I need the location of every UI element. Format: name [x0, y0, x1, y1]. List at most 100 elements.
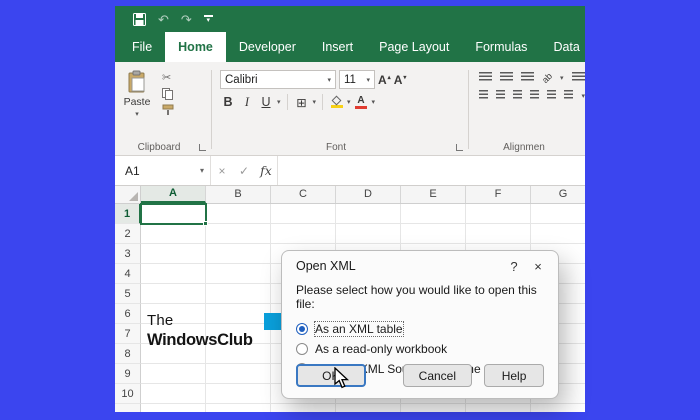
- row-cells[interactable]: [141, 404, 585, 412]
- align-bottom-button[interactable]: [521, 72, 534, 83]
- cancel-entry-button[interactable]: ×: [211, 164, 233, 178]
- align-left-button[interactable]: [479, 90, 488, 101]
- chevron-down-icon[interactable]: ▾: [313, 98, 317, 106]
- column-header-c[interactable]: C: [271, 186, 336, 203]
- tab-developer[interactable]: Developer: [226, 32, 309, 62]
- undo-button[interactable]: ↶: [158, 13, 169, 26]
- radio-as-xml-table[interactable]: As an XML table: [282, 319, 558, 339]
- align-right-button[interactable]: [513, 90, 522, 101]
- align-center-button[interactable]: [496, 90, 505, 101]
- open-xml-dialog: Open XML ? × Please select how you would…: [281, 250, 559, 399]
- font-color-button[interactable]: A: [354, 96, 369, 109]
- copy-button[interactable]: [162, 88, 174, 100]
- help-button[interactable]: Help: [484, 364, 544, 387]
- chevron-down-icon[interactable]: ▾: [277, 98, 281, 106]
- tab-home[interactable]: Home: [165, 32, 226, 62]
- selected-cell-a1[interactable]: [140, 203, 207, 225]
- column-header-f[interactable]: F: [466, 186, 531, 203]
- decrease-font-size-button[interactable]: A ▾: [394, 73, 407, 87]
- row-cells[interactable]: [141, 224, 585, 244]
- italic-button[interactable]: I: [239, 93, 255, 111]
- ribbon-tab-bar: File Home Developer Insert Page Layout F…: [115, 32, 585, 62]
- row-header-6[interactable]: 6: [115, 304, 141, 324]
- row-header-2[interactable]: 2: [115, 224, 141, 244]
- paste-label: Paste: [124, 96, 151, 108]
- cut-button[interactable]: ✂: [162, 72, 174, 84]
- tab-page-layout[interactable]: Page Layout: [366, 32, 462, 62]
- dialog-title-bar: Open XML ? ×: [282, 251, 558, 281]
- fill-color-button[interactable]: [329, 96, 344, 108]
- row-header-3[interactable]: 3: [115, 244, 141, 264]
- radio-read-only-workbook[interactable]: As a read-only workbook: [282, 339, 558, 359]
- down-arrow-icon: ▾: [403, 74, 406, 81]
- chevron-down-icon[interactable]: ▾: [581, 92, 585, 100]
- align-middle-button[interactable]: [500, 72, 513, 83]
- tab-data[interactable]: Data: [540, 32, 585, 62]
- save-button[interactable]: [133, 13, 146, 26]
- group-separator: [211, 70, 212, 149]
- bold-button[interactable]: B: [220, 93, 236, 111]
- font-group: Calibri ▾ 11 ▾ A ▴ A ▾: [214, 66, 466, 155]
- chevron-down-icon[interactable]: ▾: [560, 74, 564, 82]
- ok-button[interactable]: OK: [296, 364, 366, 387]
- cancel-button[interactable]: Cancel: [403, 364, 473, 387]
- column-header-e[interactable]: E: [401, 186, 466, 203]
- font-dialog-launcher-icon[interactable]: [456, 144, 463, 151]
- paste-button[interactable]: Paste ▾: [117, 66, 157, 139]
- dialog-help-icon[interactable]: ?: [502, 255, 526, 277]
- select-all-corner[interactable]: [115, 186, 141, 203]
- customize-quick-access-button[interactable]: ▾: [204, 15, 213, 23]
- formula-bar: A1 ▾ × ✓ fx: [115, 156, 585, 186]
- logo-line-2: WindowsClub: [147, 331, 281, 350]
- column-header-d[interactable]: D: [336, 186, 401, 203]
- name-box-value: A1: [125, 164, 140, 178]
- clipboard-dialog-launcher-icon[interactable]: [199, 144, 206, 151]
- tab-insert[interactable]: Insert: [309, 32, 366, 62]
- chevron-down-icon: ▾: [135, 110, 139, 118]
- tab-file[interactable]: File: [119, 32, 165, 62]
- merge-center-button[interactable]: [564, 90, 573, 101]
- grid-row: 2: [115, 224, 585, 244]
- row-header-10[interactable]: 10: [115, 384, 141, 404]
- dialog-close-icon[interactable]: ×: [526, 255, 550, 277]
- enter-entry-button[interactable]: ✓: [233, 164, 255, 178]
- column-header-g[interactable]: G: [531, 186, 585, 203]
- align-top-button[interactable]: [479, 72, 492, 83]
- chevron-down-icon: ▾: [200, 166, 204, 175]
- logo-square-icon: [264, 313, 281, 330]
- row-header-5[interactable]: 5: [115, 284, 141, 304]
- underline-button[interactable]: U: [258, 93, 274, 111]
- mini-separator: [287, 94, 288, 110]
- row-header-7[interactable]: 7: [115, 324, 141, 344]
- column-header-row: A B C D E F G: [115, 186, 585, 204]
- row-header-8[interactable]: 8: [115, 344, 141, 364]
- insert-function-button[interactable]: fx: [255, 163, 277, 178]
- chevron-down-icon[interactable]: ▾: [372, 98, 376, 106]
- row-header-partial[interactable]: [115, 404, 141, 412]
- tab-formulas[interactable]: Formulas: [462, 32, 540, 62]
- row-header-9[interactable]: 9: [115, 364, 141, 384]
- decrease-indent-button[interactable]: [530, 90, 539, 101]
- column-header-b[interactable]: B: [206, 186, 271, 203]
- increase-indent-button[interactable]: [547, 90, 556, 101]
- column-header-a[interactable]: A: [141, 186, 206, 203]
- font-group-label: Font: [214, 142, 458, 153]
- name-box[interactable]: A1 ▾: [115, 156, 211, 185]
- row-header-4[interactable]: 4: [115, 264, 141, 284]
- increase-font-size-button[interactable]: A ▴: [378, 73, 391, 87]
- font-name-combobox[interactable]: Calibri ▾: [220, 70, 336, 89]
- formula-input[interactable]: [277, 156, 585, 185]
- font-size-value: 11: [344, 74, 356, 86]
- windowsclub-logo: The WindowsClub: [147, 312, 281, 350]
- wrap-text-button[interactable]: [572, 72, 585, 83]
- redo-button[interactable]: ↷: [181, 13, 192, 26]
- format-painter-button[interactable]: [162, 104, 174, 116]
- grid-row: 1: [115, 204, 585, 224]
- borders-button[interactable]: ⊞: [294, 93, 310, 111]
- row-header-1[interactable]: 1: [115, 204, 141, 224]
- fill-handle[interactable]: [203, 221, 208, 226]
- orientation-button[interactable]: ab: [540, 70, 554, 84]
- radio-icon: [296, 343, 308, 355]
- chevron-down-icon[interactable]: ▾: [347, 98, 351, 106]
- font-size-combobox[interactable]: 11 ▾: [339, 70, 375, 89]
